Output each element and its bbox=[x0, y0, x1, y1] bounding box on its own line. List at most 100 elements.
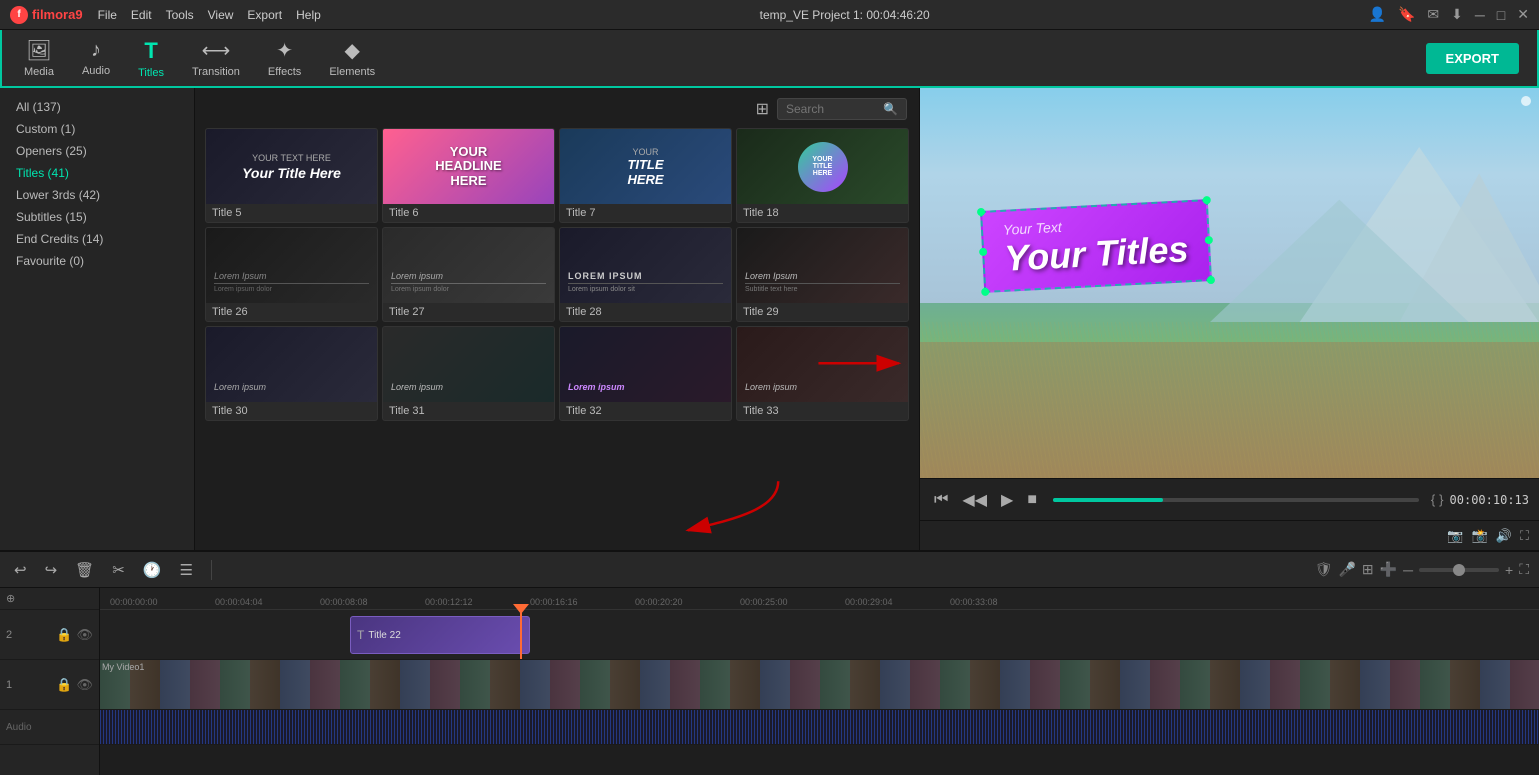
menu-edit[interactable]: Edit bbox=[131, 8, 152, 22]
title-card-7[interactable]: YOUR TITLEHERE Title 7 bbox=[559, 128, 732, 223]
timeline-tracks: 00:00:00:00 00:00:04:04 00:00:08:08 00:0… bbox=[100, 588, 1539, 775]
title-card-29[interactable]: Lorem Ipsum Subtitle text here Title 29 bbox=[736, 227, 909, 322]
toolbar-elements[interactable]: ◆ Elements bbox=[315, 32, 389, 84]
menu-view[interactable]: View bbox=[208, 8, 234, 22]
close-icon[interactable]: ✕ bbox=[1517, 6, 1529, 23]
menu-help[interactable]: Help bbox=[296, 8, 321, 22]
title-card-label-18: Title 18 bbox=[737, 204, 908, 222]
sidebar-item-titles[interactable]: Titles (41) bbox=[0, 162, 194, 184]
clip-duration-button[interactable]: 🕐 bbox=[139, 559, 166, 581]
audio-label: Audio bbox=[82, 65, 110, 77]
toolbar-audio[interactable]: ♪ Audio bbox=[68, 33, 124, 83]
camera-icon[interactable]: 📸 bbox=[1472, 528, 1488, 544]
selection-handle-tl[interactable] bbox=[977, 208, 985, 216]
menu-export[interactable]: Export bbox=[247, 8, 282, 22]
rewind-button[interactable]: ◀◀ bbox=[958, 488, 991, 512]
sidebar-item-custom[interactable]: Custom (1) bbox=[0, 118, 194, 140]
volume-icon[interactable]: 🔊 bbox=[1496, 528, 1512, 544]
title-clip[interactable]: T Title 22 bbox=[350, 616, 530, 654]
search-input[interactable] bbox=[786, 102, 879, 116]
minimize-icon[interactable]: ─ bbox=[1475, 7, 1485, 23]
mic-icon[interactable]: 🎤 bbox=[1338, 561, 1355, 578]
lock-icon-track1[interactable]: 🔒 bbox=[56, 677, 72, 693]
window-controls: 👤 🔖 ✉ ⬇ ─ □ ✕ bbox=[1369, 6, 1529, 23]
eye-icon-track1[interactable]: 👁 bbox=[76, 677, 93, 693]
shield-icon[interactable]: 🛡 bbox=[1315, 561, 1333, 578]
add-track-icon[interactable]: ⊕ bbox=[6, 592, 15, 605]
video-track-thumbnails bbox=[100, 660, 1539, 709]
search-box[interactable]: 🔍 bbox=[777, 98, 907, 120]
playhead[interactable] bbox=[520, 610, 522, 659]
title-card-32[interactable]: Lorem ipsum Title 32 bbox=[559, 326, 732, 421]
title-thumb-18: YOURTITLEHERE bbox=[737, 129, 908, 204]
timeline-content: ⊕ 2 🔒 👁 1 🔒 👁 Audio bbox=[0, 588, 1539, 775]
prev-frame-button[interactable]: ⏮ bbox=[930, 489, 952, 511]
grid-view-icon[interactable]: ⊞ bbox=[756, 99, 769, 119]
delete-button[interactable]: 🗑 bbox=[71, 559, 98, 581]
align-button[interactable]: ☰ bbox=[175, 559, 196, 581]
ruler-mark-8: 00:00:33:08 bbox=[950, 597, 1055, 607]
mail-icon[interactable]: ✉ bbox=[1427, 6, 1439, 23]
stop-button[interactable]: ■ bbox=[1023, 489, 1041, 511]
title-thumb-27: Lorem ipsum Lorem ipsum dolor bbox=[383, 228, 554, 303]
toolbar-effects[interactable]: ✦ Effects bbox=[254, 32, 315, 84]
title-card-18[interactable]: YOURTITLEHERE Title 18 bbox=[736, 128, 909, 223]
lock-icon-track2[interactable]: 🔒 bbox=[56, 627, 72, 643]
title-card-30[interactable]: Lorem ipsum Title 30 bbox=[205, 326, 378, 421]
download-icon[interactable]: ⬇ bbox=[1451, 6, 1463, 23]
add-icon[interactable]: ➕ bbox=[1380, 561, 1397, 578]
zoom-out-icon[interactable]: ─ bbox=[1403, 562, 1413, 578]
user-icon[interactable]: 👤 bbox=[1369, 6, 1386, 23]
zoom-slider[interactable] bbox=[1419, 568, 1499, 572]
title-thumb-31: Lorem ipsum bbox=[383, 327, 554, 402]
menu-bar: File Edit Tools View Export Help bbox=[98, 8, 321, 22]
sidebar-item-endcredits[interactable]: End Credits (14) bbox=[0, 228, 194, 250]
app-name: filmora9 bbox=[32, 7, 83, 22]
sidebar-item-all[interactable]: All (137) bbox=[0, 96, 194, 118]
audio-icon: ♪ bbox=[91, 39, 101, 62]
redo-button[interactable]: ↪ bbox=[41, 559, 62, 581]
title-card-6[interactable]: YOURHEADLINEHERE Title 6 bbox=[382, 128, 555, 223]
filmora-logo-icon: f bbox=[10, 6, 28, 24]
title-card-27[interactable]: Lorem ipsum Lorem ipsum dolor Title 27 bbox=[382, 227, 555, 322]
zoom-in-icon[interactable]: + bbox=[1505, 562, 1513, 578]
fullscreen-icon[interactable]: ⛶ bbox=[1520, 528, 1529, 544]
titles-label: Titles bbox=[138, 67, 164, 79]
fit-icon[interactable]: ⛶ bbox=[1519, 561, 1529, 578]
sidebar-item-favourites[interactable]: Favourite (0) bbox=[0, 250, 194, 272]
bookmark-icon[interactable]: 🔖 bbox=[1398, 6, 1415, 23]
toolbar-titles[interactable]: T Titles bbox=[124, 32, 178, 85]
pip-icon[interactable]: ⊞ bbox=[1362, 561, 1374, 578]
track-label-1: 1 🔒 👁 bbox=[0, 660, 99, 710]
undo-button[interactable]: ↩ bbox=[10, 559, 31, 581]
sidebar-item-openers[interactable]: Openers (25) bbox=[0, 140, 194, 162]
title-card-33[interactable]: Lorem ipsum Title 33 bbox=[736, 326, 909, 421]
toolbar-separator bbox=[211, 560, 212, 580]
toolbar-media[interactable]: 🖼 Media bbox=[10, 32, 68, 84]
title-card-label-7: Title 7 bbox=[560, 204, 731, 222]
title-card-31[interactable]: Lorem ipsum Title 31 bbox=[382, 326, 555, 421]
toolbar-transition[interactable]: ⟷ Transition bbox=[178, 32, 254, 84]
audio-waveform bbox=[100, 710, 1539, 744]
timeline-right-controls: 🛡 🎤 ⊞ ➕ ─ + ⛶ bbox=[1315, 561, 1529, 578]
cut-button[interactable]: ✂ bbox=[108, 559, 129, 581]
sidebar-item-lower3rds[interactable]: Lower 3rds (42) bbox=[0, 184, 194, 206]
maximize-icon[interactable]: □ bbox=[1497, 7, 1505, 23]
menu-file[interactable]: File bbox=[98, 8, 117, 22]
eye-icon-track2[interactable]: 👁 bbox=[76, 627, 93, 643]
title-card-26[interactable]: Lorem Ipsum Lorem ipsum dolor Title 26 bbox=[205, 227, 378, 322]
title-card-5[interactable]: YOUR TEXT HERE Your Title Here Title 5 bbox=[205, 128, 378, 223]
title-card-28[interactable]: LOREM IPSUM Lorem ipsum dolor sit Title … bbox=[559, 227, 732, 322]
main-toolbar: 🖼 Media ♪ Audio T Titles ⟷ Transition ✦ … bbox=[0, 30, 1539, 88]
export-button[interactable]: EXPORT bbox=[1426, 43, 1519, 74]
ruler-mark-5: 00:00:20:20 bbox=[635, 597, 740, 607]
add-track-area: ⊕ bbox=[0, 588, 99, 610]
play-button[interactable]: ▶ bbox=[997, 488, 1017, 512]
screenshot-icon[interactable]: 📷 bbox=[1447, 528, 1463, 544]
menu-tools[interactable]: Tools bbox=[166, 8, 194, 22]
selection-handle-ml[interactable] bbox=[979, 248, 987, 256]
transition-icon: ⟷ bbox=[202, 38, 231, 63]
sidebar-item-subtitles[interactable]: Subtitles (15) bbox=[0, 206, 194, 228]
title-card-label-28: Title 28 bbox=[560, 303, 731, 321]
playback-progress-bar[interactable] bbox=[1053, 498, 1419, 502]
